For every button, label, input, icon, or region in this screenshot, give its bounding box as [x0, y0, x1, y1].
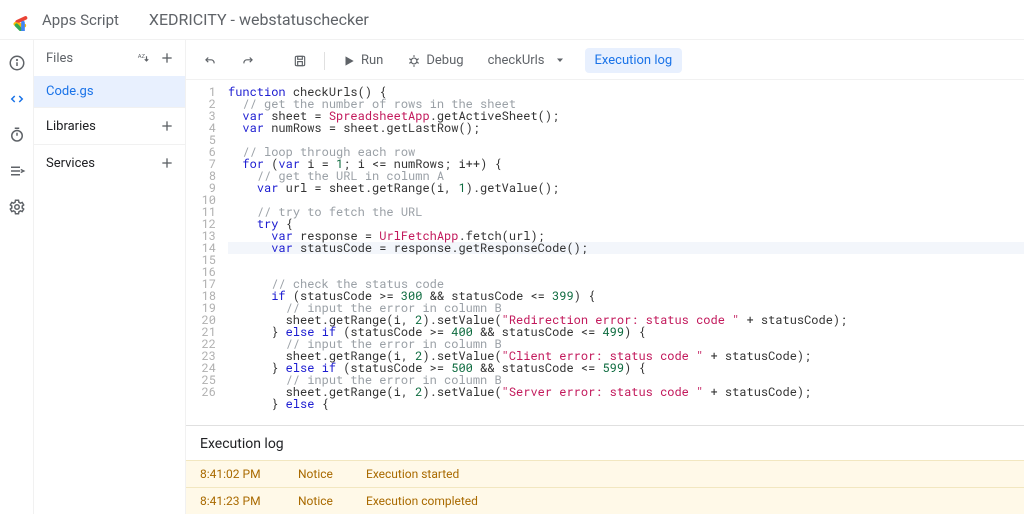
header: Apps Script XEDRICITY - webstatuschecker: [0, 0, 1024, 40]
run-button[interactable]: Run: [335, 49, 390, 72]
main: Run Debug checkUrls Execution log 123456…: [186, 40, 1024, 514]
libraries-row[interactable]: Libraries: [34, 107, 185, 144]
libraries-label: Libraries: [46, 119, 96, 134]
settings-icon[interactable]: [8, 198, 26, 216]
add-library-icon[interactable]: [159, 118, 175, 134]
apps-script-logo-icon: [12, 9, 34, 31]
add-file-icon[interactable]: [159, 50, 175, 66]
code-area[interactable]: function checkUrls() { // get the number…: [224, 80, 1024, 425]
sidebar: Files AZ Code.gs Libraries Services: [34, 40, 186, 514]
left-rail: [0, 40, 34, 514]
add-service-icon[interactable]: [159, 155, 175, 171]
info-icon[interactable]: [8, 54, 26, 72]
executions-icon[interactable]: [8, 162, 26, 180]
triggers-icon[interactable]: [8, 126, 26, 144]
toolbar: Run Debug checkUrls Execution log: [196, 48, 1014, 73]
editor-icon[interactable]: [8, 90, 26, 108]
execution-log-row: 8:41:23 PMNoticeExecution completed: [186, 487, 1024, 514]
app-name: Apps Script: [42, 11, 119, 29]
code-editor[interactable]: 1234567891011121314151617181920212223242…: [186, 80, 1024, 425]
project-title[interactable]: XEDRICITY - webstatuschecker: [149, 10, 369, 29]
redo-button[interactable]: [234, 50, 262, 72]
execution-log-rows: 8:41:02 PMNoticeExecution started8:41:23…: [186, 460, 1024, 514]
services-row[interactable]: Services: [34, 144, 185, 181]
svg-text:AZ: AZ: [138, 54, 146, 60]
line-gutter: 1234567891011121314151617181920212223242…: [186, 80, 224, 425]
files-header: Files AZ: [34, 40, 185, 76]
execution-log-title: Execution log: [186, 426, 1024, 460]
debug-button[interactable]: Debug: [400, 49, 470, 72]
services-label: Services: [46, 156, 95, 171]
execution-log-row: 8:41:02 PMNoticeExecution started: [186, 460, 1024, 487]
execution-log-button[interactable]: Execution log: [585, 48, 683, 73]
sort-icon[interactable]: AZ: [135, 50, 151, 66]
undo-button[interactable]: [196, 50, 224, 72]
chevron-down-icon: [554, 54, 568, 68]
logo-cluster: Apps Script: [12, 9, 119, 31]
files-label: Files: [46, 51, 73, 66]
toolbar-divider: [324, 52, 325, 70]
file-code-gs[interactable]: Code.gs: [34, 76, 185, 107]
save-button[interactable]: [286, 50, 314, 72]
function-select[interactable]: checkUrls: [481, 49, 575, 72]
execution-log-panel: Execution log 8:41:02 PMNoticeExecution …: [186, 425, 1024, 514]
